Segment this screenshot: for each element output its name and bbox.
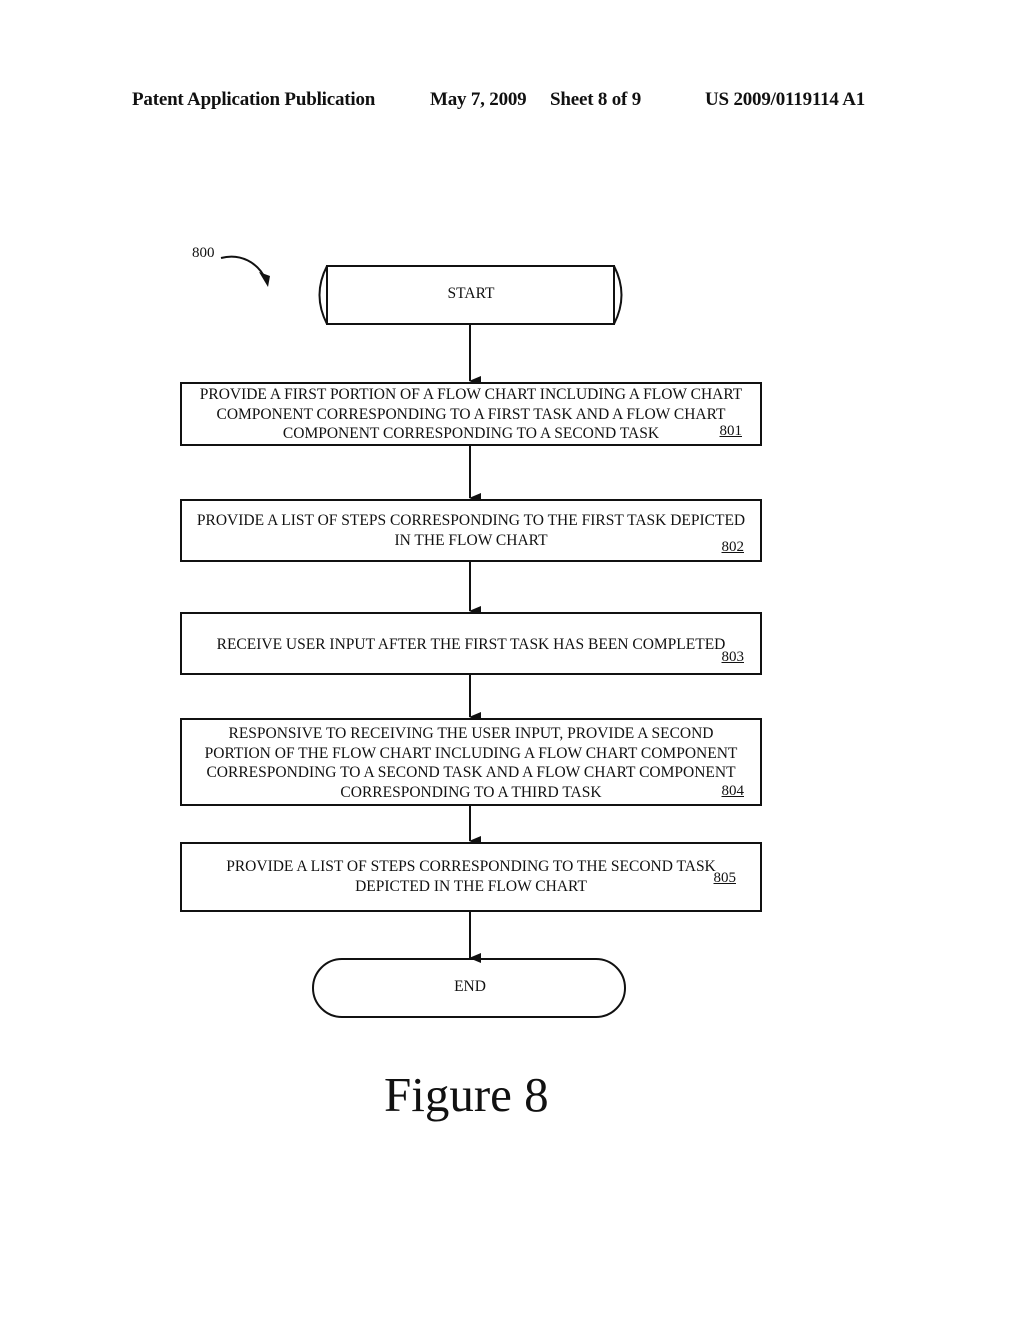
step-text-line: PROVIDE A LIST OF STEPS CORRESPONDING TO…: [196, 512, 746, 529]
figure-reference-number: 800: [192, 245, 215, 261]
step-text-line: COMPONENT CORRESPONDING TO A SECOND TASK: [282, 425, 660, 442]
step-text-line: PROVIDE A LIST OF STEPS CORRESPONDING TO…: [226, 858, 716, 875]
step-ref-number: 802: [721, 538, 745, 555]
step-box-803: RECEIVE USER INPUT AFTER THE FIRST TASK …: [180, 612, 762, 675]
step-ref-number: 804: [721, 782, 745, 799]
step-text-line: PORTION OF THE FLOW CHART INCLUDING A FL…: [204, 744, 738, 762]
step-text-line: CORRESPONDING TO A SECOND TASK AND A FLO…: [206, 764, 736, 781]
step-box-801: PROVIDE A FIRST PORTION OF A FLOW CHART …: [180, 382, 762, 446]
step-text-line: RECEIVE USER INPUT AFTER THE FIRST TASK …: [216, 636, 726, 653]
figure-caption: Figure 8: [384, 1067, 549, 1122]
step-box-802: PROVIDE A LIST OF STEPS CORRESPONDING TO…: [180, 499, 762, 562]
end-label: END: [454, 978, 486, 995]
step-text-line: IN THE FLOW CHART: [394, 531, 548, 549]
step-box-805: PROVIDE A LIST OF STEPS CORRESPONDING TO…: [180, 842, 762, 912]
step-text-line: PROVIDE A FIRST PORTION OF A FLOW CHART …: [199, 386, 743, 403]
start-label: START: [447, 285, 495, 302]
step-text-line: CORRESPONDING TO A THIRD TASK: [340, 783, 602, 801]
reference-arrow-800: [220, 255, 267, 281]
step-ref-number: 805: [713, 869, 737, 886]
step-text-line: COMPONENT CORRESPONDING TO A FIRST TASK …: [216, 405, 726, 423]
step-text-line: DEPICTED IN THE FLOW CHART: [355, 877, 587, 895]
step-ref-number: 801: [719, 422, 743, 439]
reference-arrowhead: [259, 272, 270, 287]
step-box-804: RESPONSIVE TO RECEIVING THE USER INPUT, …: [180, 718, 762, 806]
step-ref-number: 803: [721, 648, 745, 665]
step-text-line: RESPONSIVE TO RECEIVING THE USER INPUT, …: [228, 725, 714, 742]
